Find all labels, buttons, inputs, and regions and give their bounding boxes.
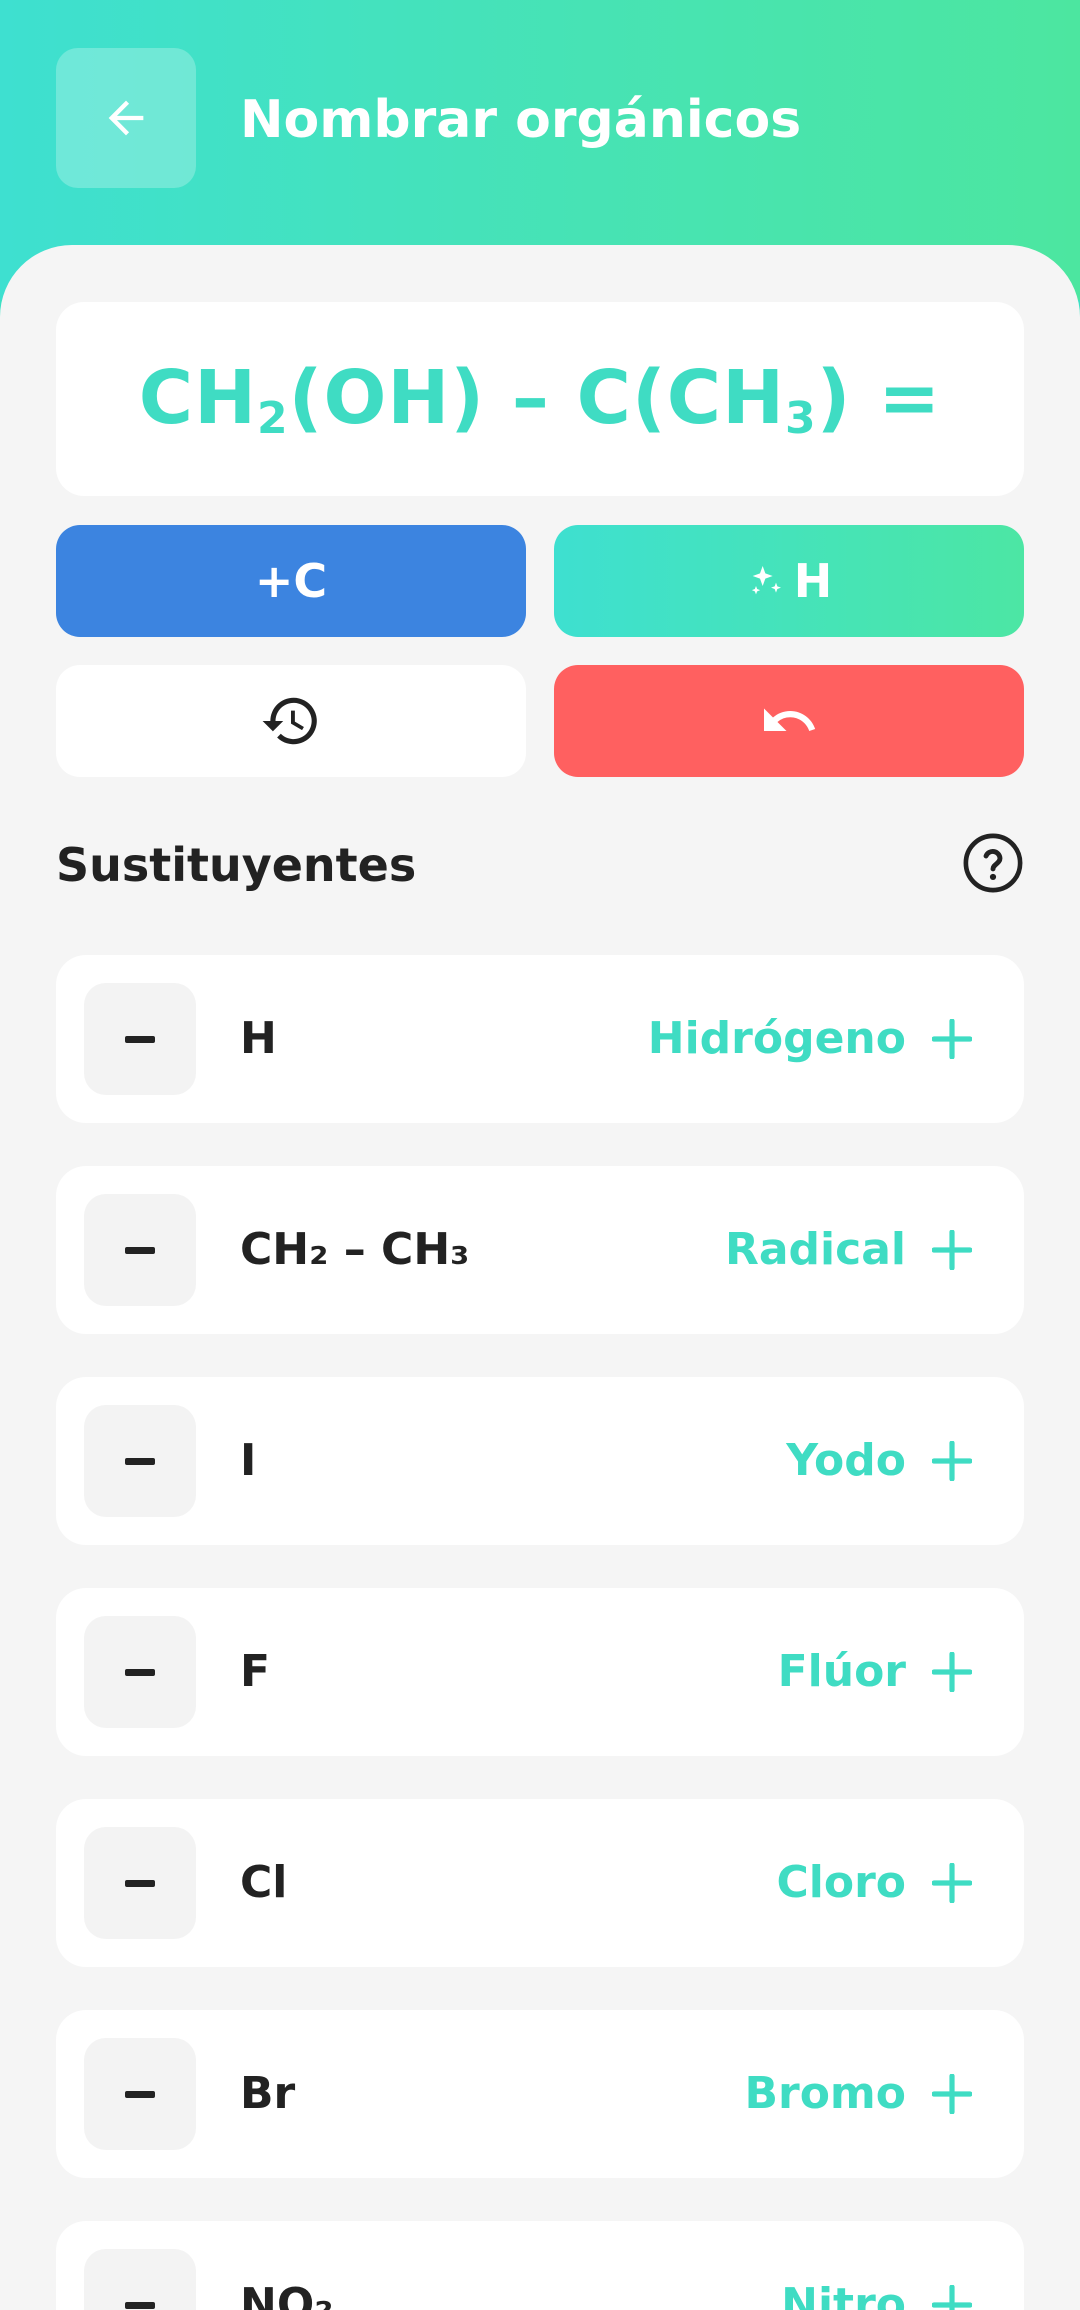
minus-icon <box>125 1035 155 1043</box>
minus-icon <box>125 1457 155 1465</box>
add-carbon-button[interactable]: +C <box>56 525 526 637</box>
substituent-name: Bromo <box>744 2068 906 2119</box>
remove-button[interactable] <box>84 1616 196 1728</box>
undo-button[interactable] <box>554 665 1024 777</box>
formula-display: CH2(OH) – C(CH3) = <box>56 302 1024 496</box>
back-button[interactable] <box>56 48 196 188</box>
plus-icon[interactable] <box>932 1652 972 1692</box>
substituent-formula: Cl <box>240 1857 288 1908</box>
formula-text: CH2(OH) – C(CH3) = <box>138 354 942 444</box>
remove-button[interactable] <box>84 2038 196 2150</box>
sparkles-icon <box>751 566 781 595</box>
list-item: F Flúor <box>56 1588 1024 1756</box>
minus-icon <box>125 1879 155 1887</box>
arrow-left-icon <box>108 100 144 136</box>
plus-icon[interactable] <box>932 1019 972 1059</box>
substituent-formula: NO₂ <box>240 2279 334 2310</box>
plus-icon[interactable] <box>932 2285 972 2310</box>
list-item: Br Bromo <box>56 2010 1024 2178</box>
history-icon <box>262 697 317 745</box>
add-carbon-label: +C <box>254 554 328 608</box>
remove-button[interactable] <box>84 1405 196 1517</box>
page-title: Nombrar orgánicos <box>240 90 802 150</box>
substituent-formula: H <box>240 1013 277 1064</box>
minus-icon <box>125 1668 155 1676</box>
undo-icon <box>764 708 816 731</box>
remove-button[interactable] <box>84 1827 196 1939</box>
plus-icon[interactable] <box>932 1441 972 1481</box>
substituent-name: Cloro <box>776 1857 906 1908</box>
history-button[interactable] <box>56 665 526 777</box>
minus-icon <box>125 2301 155 2309</box>
substituent-name: Flúor <box>777 1646 906 1697</box>
section-title: Sustituyentes <box>56 838 417 892</box>
list-item: I Yodo <box>56 1377 1024 1545</box>
list-item: H Hidrógeno <box>56 955 1024 1123</box>
substituent-name: Radical <box>724 1224 906 1275</box>
minus-icon <box>125 2090 155 2098</box>
substituent-name: Nitro <box>781 2279 906 2310</box>
remove-button[interactable] <box>84 2249 196 2310</box>
remove-button[interactable] <box>84 983 196 1095</box>
substituent-name: Yodo <box>786 1435 906 1486</box>
substituent-formula: F <box>240 1646 271 1697</box>
plus-icon[interactable] <box>932 1863 972 1903</box>
plus-icon[interactable] <box>932 1230 972 1270</box>
minus-icon <box>125 1246 155 1254</box>
plus-icon[interactable] <box>932 2074 972 2114</box>
list-item: Cl Cloro <box>56 1799 1024 1967</box>
substituent-name: Hidrógeno <box>647 1013 906 1064</box>
list-item: CH₂ – CH₃ Radical <box>56 1166 1024 1334</box>
auto-hydrogen-label: H <box>793 554 833 608</box>
remove-button[interactable] <box>84 1194 196 1306</box>
help-circle-icon[interactable] <box>962 832 1024 894</box>
substituent-formula: I <box>240 1435 257 1486</box>
substituent-formula: CH₂ – CH₃ <box>240 1224 470 1275</box>
substituent-formula: Br <box>240 2068 296 2119</box>
auto-hydrogen-button[interactable]: H <box>554 525 1024 637</box>
list-item: NO₂ Nitro <box>56 2221 1024 2310</box>
